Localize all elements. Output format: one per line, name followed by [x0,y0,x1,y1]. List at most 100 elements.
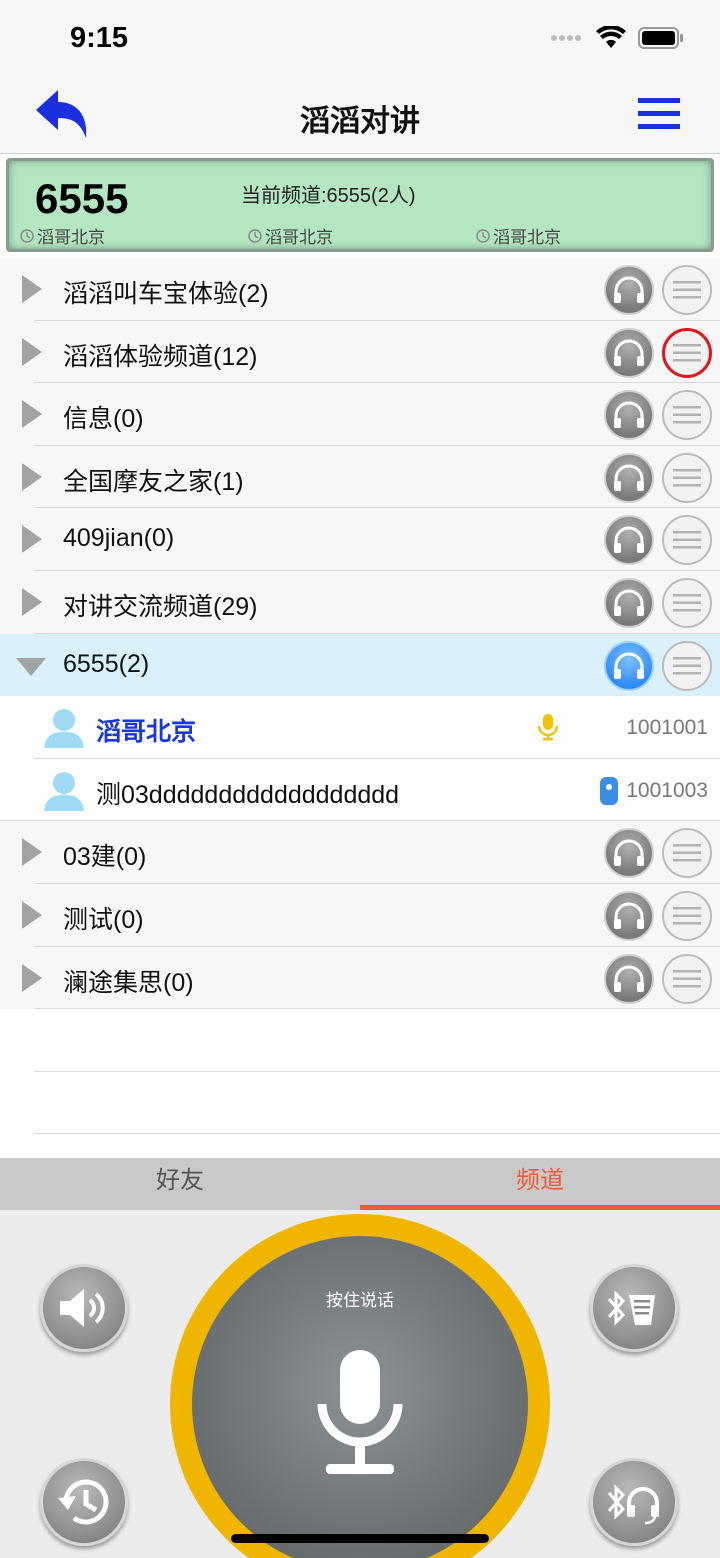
join-channel-button[interactable] [604,327,654,378]
expand-triangle-icon[interactable] [22,963,42,992]
headset-icon [614,401,644,429]
channel-group-name: 测试(0) [63,905,144,934]
history-clock-icon [476,228,490,243]
channel-group-row[interactable]: 测试(0) [0,883,720,947]
channel-group-name: 对讲交流频道(29) [63,592,258,621]
ptt-control-area: 按住说话 [0,1210,720,1558]
join-channel-button[interactable] [604,452,654,503]
list-menu-icon [673,656,701,675]
empty-row [0,1071,720,1135]
channel-group-row[interactable]: 信息(0) [0,383,720,446]
channel-menu-button[interactable] [662,640,712,691]
history-clock-icon [20,228,34,243]
member-id: 1001003 [626,778,708,802]
speaker-button[interactable] [40,1264,128,1352]
channel-menu-button[interactable] [662,390,712,441]
user-avatar-icon [44,709,84,749]
headset-icon [614,965,644,992]
list-menu-icon [673,844,701,862]
channel-group-row[interactable]: 澜途集思(0) [0,946,720,1010]
channel-menu-button[interactable] [662,828,712,879]
channel-group-row[interactable]: 滔滔体验频道(12) [0,320,720,384]
channel-group-name: 409jian(0) [63,524,175,553]
headset-icon [614,339,644,366]
channel-menu-button[interactable] [662,953,712,1004]
expand-triangle-icon[interactable] [22,900,42,929]
status-time: 9:15 [70,22,129,54]
expand-triangle-icon[interactable] [22,838,42,867]
channel-group-name: 滔滔体验频道(12) [63,342,258,371]
join-channel-button[interactable] [604,515,654,566]
join-channel-button[interactable] [604,640,654,691]
expand-triangle-icon[interactable] [22,587,42,616]
join-channel-button[interactable] [604,828,654,879]
history-clock-icon [248,228,262,243]
current-channel-panel: 6555 当前频道:6555(2人) 滔哥北京 滔哥北京 滔哥北京 [6,158,714,252]
channel-menu-button[interactable] [662,452,712,503]
channel-menu-button[interactable] [662,577,712,628]
bluetooth-headset-icon [607,1484,659,1525]
collapse-triangle-icon[interactable] [16,657,46,676]
battery-icon [638,27,683,49]
history-entry: 滔哥北京 [247,223,333,248]
channel-menu-button[interactable] [662,515,712,566]
channel-menu-button[interactable] [662,890,712,941]
join-channel-button[interactable] [604,890,654,941]
list-menu-icon [673,468,701,487]
hamburger-menu-icon[interactable] [636,96,682,132]
join-channel-button[interactable] [604,953,654,1004]
member-row[interactable]: 测03dddddddddddddddddd 1001003 [0,758,720,822]
back-arrow-icon[interactable] [32,86,92,142]
channel-number: 6555 [35,175,129,222]
history-entry-label: 滔哥北京 [493,228,561,247]
list-menu-icon [673,593,701,612]
channel-group-row[interactable]: 409jian(0) [0,508,720,571]
bluetooth-radio-button[interactable] [590,1264,678,1352]
member-name: 测03dddddddddddddddddd [96,780,400,809]
user-avatar-icon [44,771,84,811]
tab-channels[interactable]: 频道 [360,1158,720,1210]
headset-icon [614,526,644,554]
list-menu-icon [673,343,701,362]
join-channel-button[interactable] [604,265,654,315]
channel-group-name: 全国摩友之家(1) [63,467,244,496]
expand-triangle-icon[interactable] [22,275,42,303]
empty-row [0,1009,720,1072]
status-bar: 9:15 [0,0,720,76]
expand-triangle-icon[interactable] [22,400,42,429]
channel-group-name: 03建(0) [63,843,147,872]
expand-triangle-icon[interactable] [22,337,42,366]
microphone-icon [317,1350,403,1474]
channel-group-row[interactable]: 03建(0) [0,821,720,884]
headset-icon [614,589,644,616]
channel-menu-button[interactable] [662,327,712,378]
headset-icon [614,839,644,867]
expand-triangle-icon[interactable] [22,462,42,491]
member-id: 1001001 [626,716,708,740]
headset-icon [614,652,644,679]
page-title: 滔滔对讲 [300,105,420,138]
member-row[interactable]: 滔哥北京 1001001 [0,696,720,759]
channel-group-row-expanded[interactable]: 6555(2) [0,633,720,697]
list-menu-icon [673,969,701,988]
channel-group-row[interactable]: 全国摩友之家(1) [0,445,720,509]
channel-menu-button[interactable] [662,265,712,315]
history-icon [58,1479,109,1525]
channel-group-row[interactable]: 滔滔叫车宝体验(2) [0,258,720,321]
join-channel-button[interactable] [604,577,654,628]
tab-friends[interactable]: 好友 [0,1158,360,1210]
expand-triangle-icon[interactable] [22,525,42,554]
status-icons [550,26,684,50]
headset-icon [614,276,644,303]
list-menu-icon [673,906,701,925]
channel-group-name: 信息(0) [63,405,144,434]
channel-group-row[interactable]: 对讲交流频道(29) [0,570,720,634]
bluetooth-radio-icon [607,1290,655,1326]
current-channel-label: 当前频道:6555(2人) [241,185,416,207]
history-button[interactable] [40,1458,128,1546]
home-indicator [231,1534,489,1543]
bluetooth-headset-button[interactable] [590,1458,678,1546]
wifi-icon [596,26,626,48]
list-menu-icon [673,406,701,424]
join-channel-button[interactable] [604,390,654,441]
